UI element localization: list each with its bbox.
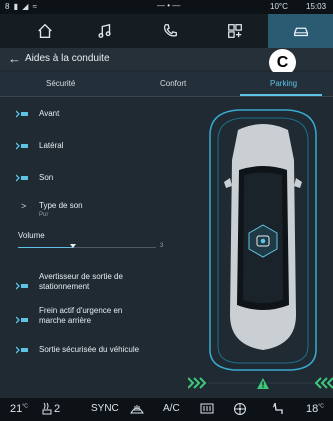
toggle-checkmark-icon[interactable]: [16, 142, 28, 150]
toggle-checkmark-icon[interactable]: [16, 110, 28, 118]
tab-securite[interactable]: Sécurité: [46, 79, 75, 88]
rear-defrost-button[interactable]: [200, 402, 214, 415]
temp-right-unit: °C: [318, 403, 324, 410]
climate-bar: 21°C 2 SYNC A/C 18°C: [0, 398, 333, 421]
volume-slider[interactable]: 3: [18, 241, 168, 255]
nav-music[interactable]: [75, 14, 135, 48]
page-title: Aides à la conduite: [25, 53, 110, 64]
phone-icon: [163, 24, 177, 37]
nav-apps[interactable]: [205, 14, 265, 48]
apps-icon: [228, 24, 242, 38]
setting-label-line1: Avertisseur de sortie de: [39, 272, 123, 281]
fan-icon: [234, 403, 246, 415]
sound-type-label: Type de son: [39, 201, 83, 210]
nav-home[interactable]: [15, 14, 75, 48]
status-center-indicator: — • —: [157, 1, 181, 10]
toggle-checkmark-icon[interactable]: [16, 282, 28, 290]
toggle-checkmark-icon[interactable]: [16, 174, 28, 182]
parking-settings-list: Avant Latéral Son > Type de son Pur Volu…: [0, 100, 185, 400]
setting-label-line2: stationnement: [39, 282, 90, 291]
rear-defrost-icon: [200, 403, 214, 414]
tab-parking[interactable]: Parking: [270, 79, 297, 88]
sound-type-row[interactable]: > Type de son Pur: [0, 200, 185, 224]
sub-tabs: Sécurité Confort Parking: [0, 72, 333, 97]
toggle-checkmark-icon[interactable]: [16, 346, 28, 354]
volume-label: Volume: [18, 231, 45, 240]
sync-button[interactable]: SYNC: [91, 403, 119, 414]
defrost-icon: [130, 405, 144, 414]
ac-button[interactable]: A/C: [163, 403, 180, 414]
seat-heat-icon: [42, 402, 52, 415]
front-defrost-button[interactable]: [130, 402, 144, 415]
setting-label: Son: [39, 173, 54, 182]
sound-type-value: Pur: [39, 212, 49, 218]
setting-label: Latéral: [39, 141, 64, 150]
seat-icon: [272, 402, 283, 414]
temp-right[interactable]: 18°C: [306, 403, 324, 415]
nav-car[interactable]: [268, 14, 333, 50]
parking-sensor-view: [188, 109, 333, 389]
volume-value: 3: [160, 243, 164, 249]
temp-right-value: 18: [306, 403, 319, 415]
temp-left-unit: °C: [22, 403, 28, 410]
active-tab-indicator: [240, 94, 322, 96]
setting-label-line1: Frein actif d'urgence en: [39, 306, 123, 315]
clock: 15:03: [306, 2, 327, 11]
outside-temperature: 10°C: [270, 2, 288, 11]
temp-left[interactable]: 21°C: [10, 403, 28, 415]
setting-label: Avant: [39, 109, 60, 118]
music-icon: [98, 23, 111, 38]
back-arrow-icon[interactable]: ←: [8, 51, 21, 66]
seat-heat-left[interactable]: [42, 402, 52, 415]
nav-phone[interactable]: [140, 14, 200, 48]
volume-fill: [18, 247, 74, 248]
chevron-right-icon: >: [21, 201, 27, 211]
volume-handle[interactable]: [70, 244, 77, 248]
rear-sensor-left-icon: [188, 377, 207, 389]
tab-confort[interactable]: Confort: [160, 79, 186, 88]
car-icon: [293, 27, 308, 37]
setting-label: Sortie sécurisée du véhicule: [39, 345, 140, 354]
toggle-checkmark-icon[interactable]: [16, 316, 28, 324]
fan-button[interactable]: [233, 402, 247, 416]
screen: 8 ▮ ◢ ≈ — • — 10°C 15:03 ← Aides à la co…: [0, 0, 333, 421]
rear-sensor-right-icon: [314, 377, 333, 389]
temp-left-value: 21: [10, 403, 23, 415]
home-icon: [38, 23, 52, 38]
status-bar: 8 ▮ ◢ ≈ — • — 10°C 15:03: [0, 0, 333, 14]
status-icons: 8 ▮ ◢ ≈: [5, 2, 39, 11]
seat-heat-right[interactable]: [272, 402, 284, 415]
main-nav: [0, 14, 333, 50]
seat-heat-level: 2: [54, 403, 61, 415]
setting-label-line2: marche arrière: [39, 316, 92, 325]
